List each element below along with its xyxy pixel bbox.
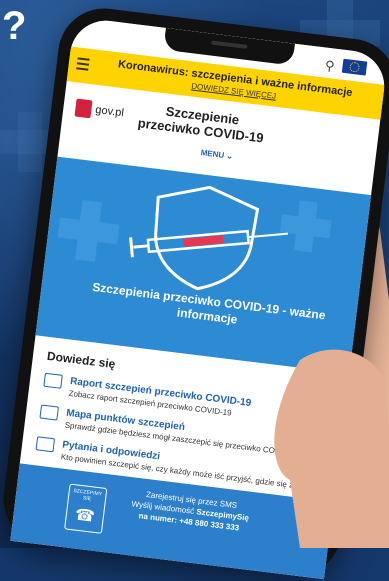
search-icon[interactable]: ⚲ bbox=[324, 58, 335, 75]
hero-banner[interactable]: Szczepienia przeciwko COVID-19 - ważne i… bbox=[35, 156, 372, 374]
chevron-down-icon: ⌄ bbox=[225, 151, 234, 161]
question-bubble-icon bbox=[35, 436, 56, 453]
map-pin-icon bbox=[39, 404, 59, 421]
szczepimy-badge: SZCZEPIMY SIĘ ☎ bbox=[64, 483, 108, 534]
badge-label: SZCZEPIMY SIĘ bbox=[73, 488, 103, 503]
hamburger-menu-icon[interactable] bbox=[76, 57, 90, 73]
phone: ⚲ Koronawirus: szczepienia i ważne infor… bbox=[0, 3, 389, 581]
logo-text: gov.pl bbox=[94, 103, 125, 120]
phone-icon: ☎ bbox=[73, 506, 96, 526]
phone-screen: ⚲ Koronawirus: szczepienia i ważne infor… bbox=[10, 16, 389, 580]
vaccine-shield-icon bbox=[129, 185, 289, 291]
eu-flag-icon bbox=[341, 58, 368, 76]
eagle-emblem-icon bbox=[74, 98, 93, 119]
menu-label: MENU bbox=[200, 148, 225, 160]
footer-text: Zarejestruj się przez SMS Wyślij wiadomo… bbox=[114, 485, 267, 536]
page-title: Szczepienie przeciwko COVID-19 bbox=[137, 103, 265, 146]
gov-logo[interactable]: gov.pl bbox=[74, 98, 125, 123]
chart-icon bbox=[43, 372, 63, 389]
